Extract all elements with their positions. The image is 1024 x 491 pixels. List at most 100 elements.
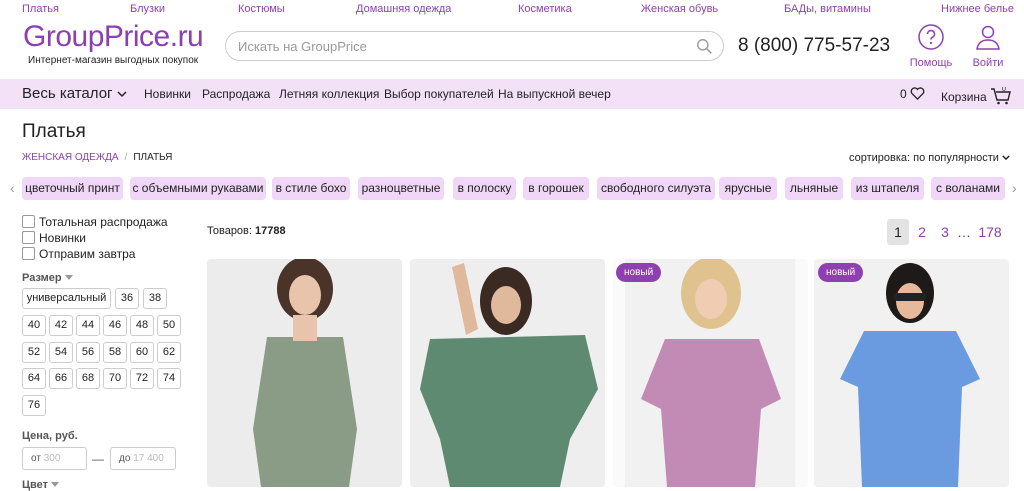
- product-card[interactable]: [613, 259, 808, 487]
- top-nav-item[interactable]: Домашняя одежда: [356, 3, 451, 15]
- search-icon[interactable]: [696, 38, 713, 55]
- catalog-item[interactable]: На выпускной вечер: [498, 87, 611, 101]
- size-option[interactable]: 64: [22, 368, 46, 389]
- checkbox-label: Отправим завтра: [39, 247, 136, 261]
- size-option[interactable]: универсальный: [22, 288, 111, 309]
- size-option[interactable]: 36: [115, 288, 139, 309]
- caret-down-icon: [51, 482, 60, 487]
- all-catalog-button[interactable]: Весь каталог: [22, 85, 127, 102]
- tag-chip[interactable]: ярусные: [719, 177, 777, 200]
- tag-chip[interactable]: свободного силуэта: [597, 177, 715, 200]
- tag-chip[interactable]: в горошек: [523, 177, 589, 200]
- size-option[interactable]: 44: [76, 315, 100, 336]
- filter-checkbox[interactable]: Тотальная распродажа: [22, 215, 168, 229]
- sort-label: сортировка: по популярности: [849, 152, 999, 164]
- size-option[interactable]: 50: [157, 315, 181, 336]
- cart-button[interactable]: Корзина 0: [941, 86, 1012, 105]
- top-nav-item[interactable]: Платья: [22, 3, 59, 15]
- chevron-right-icon[interactable]: ›: [1012, 180, 1017, 196]
- filter-checkbox[interactable]: Новинки: [22, 231, 86, 245]
- product-card[interactable]: [207, 259, 402, 487]
- tag-chip[interactable]: разноцветные: [358, 177, 444, 200]
- login-button[interactable]: Войти: [967, 23, 1009, 69]
- size-option[interactable]: 40: [22, 315, 46, 336]
- chevron-down-icon: [1002, 155, 1010, 161]
- tag-chip[interactable]: с объемными рукавами: [130, 177, 266, 200]
- size-option[interactable]: 58: [103, 342, 127, 363]
- size-option[interactable]: 52: [22, 342, 46, 363]
- size-option[interactable]: 68: [76, 368, 100, 389]
- size-option[interactable]: 76: [22, 395, 46, 416]
- product-image[interactable]: [207, 259, 402, 487]
- top-nav-item[interactable]: Женская обувь: [641, 3, 718, 15]
- size-option[interactable]: 48: [130, 315, 154, 336]
- size-option[interactable]: 60: [130, 342, 154, 363]
- catalog-item[interactable]: Распродажа: [202, 87, 270, 101]
- product-card[interactable]: [814, 259, 1009, 487]
- search-input[interactable]: Искать на GroupPrice: [238, 39, 367, 54]
- product-image[interactable]: [410, 259, 605, 487]
- size-option[interactable]: 62: [157, 342, 181, 363]
- page-button[interactable]: 3: [934, 219, 956, 245]
- size-option[interactable]: 74: [157, 368, 181, 389]
- color-label: Цвет: [22, 479, 49, 491]
- tag-chip[interactable]: с воланами: [931, 177, 1005, 200]
- checkbox[interactable]: [22, 231, 35, 244]
- tag-chip[interactable]: в стиле бохо: [272, 177, 350, 200]
- checkbox[interactable]: [22, 247, 35, 260]
- top-nav-item[interactable]: Костюмы: [238, 3, 285, 15]
- chevron-down-icon: [117, 91, 127, 98]
- product-card[interactable]: [410, 259, 605, 487]
- phone-number[interactable]: 8 (800) 775-57-23: [738, 35, 890, 57]
- tag-chip[interactable]: цветочный принт: [22, 177, 123, 200]
- sort-dropdown[interactable]: сортировка: по популярности: [849, 152, 1010, 164]
- catalog-item[interactable]: Летняя коллекция: [279, 87, 379, 101]
- page-button[interactable]: 178: [975, 219, 1005, 245]
- catalog-item[interactable]: Выбор покупателей: [384, 87, 494, 101]
- favorites-count: 0: [900, 87, 907, 101]
- page-button-active[interactable]: 1: [887, 219, 909, 245]
- top-nav-item[interactable]: БАДы, витамины: [784, 3, 871, 15]
- tag-chip[interactable]: из штапеля: [851, 177, 924, 200]
- breadcrumb-link[interactable]: ЖЕНСКАЯ ОДЕЖДА: [22, 152, 119, 163]
- filter-checkbox[interactable]: Отправим завтра: [22, 247, 135, 261]
- page-button[interactable]: 2: [911, 219, 933, 245]
- search-box[interactable]: Искать на GroupPrice: [225, 31, 724, 61]
- help-label: Помощь: [909, 57, 953, 69]
- chevron-left-icon[interactable]: ‹: [10, 180, 15, 196]
- size-option[interactable]: 38: [143, 288, 167, 309]
- price-to-prefix: до: [119, 453, 131, 464]
- size-option[interactable]: 56: [76, 342, 100, 363]
- size-filter-header[interactable]: Размер: [22, 272, 73, 284]
- dress-shape: [253, 337, 357, 487]
- heart-icon: [910, 87, 925, 100]
- help-button[interactable]: Помощь: [908, 23, 954, 69]
- top-nav-item[interactable]: Нижнее белье: [941, 3, 1014, 15]
- favorites-button[interactable]: 0: [900, 87, 925, 101]
- size-option[interactable]: 70: [103, 368, 127, 389]
- checkbox[interactable]: [22, 215, 35, 228]
- new-badge: новый: [616, 263, 662, 282]
- checkbox-label: Новинки: [39, 231, 86, 245]
- size-option[interactable]: 46: [103, 315, 127, 336]
- product-image[interactable]: [613, 259, 808, 487]
- catalog-item[interactable]: Новинки: [144, 87, 191, 101]
- price-to-input[interactable]: до 17 400: [110, 447, 176, 470]
- price-range-dash: —: [92, 452, 104, 466]
- new-badge: новый: [818, 263, 864, 282]
- size-option[interactable]: 66: [49, 368, 73, 389]
- site-logo[interactable]: GroupPrice.ru: [23, 20, 204, 54]
- tag-chip[interactable]: льняные: [785, 177, 843, 200]
- size-option[interactable]: 42: [49, 315, 73, 336]
- help-icon: [918, 24, 944, 50]
- product-image[interactable]: [814, 259, 1009, 487]
- color-filter-header[interactable]: Цвет: [22, 479, 60, 491]
- size-option[interactable]: 54: [49, 342, 73, 363]
- tag-chip[interactable]: в полоску: [453, 177, 516, 200]
- price-from-input[interactable]: от 300: [22, 447, 87, 470]
- page-title: Платья: [22, 121, 86, 142]
- size-option[interactable]: 72: [130, 368, 154, 389]
- cart-label: Корзина: [941, 90, 987, 104]
- top-nav-item[interactable]: Косметика: [518, 3, 572, 15]
- top-nav-item[interactable]: Блузки: [130, 3, 165, 15]
